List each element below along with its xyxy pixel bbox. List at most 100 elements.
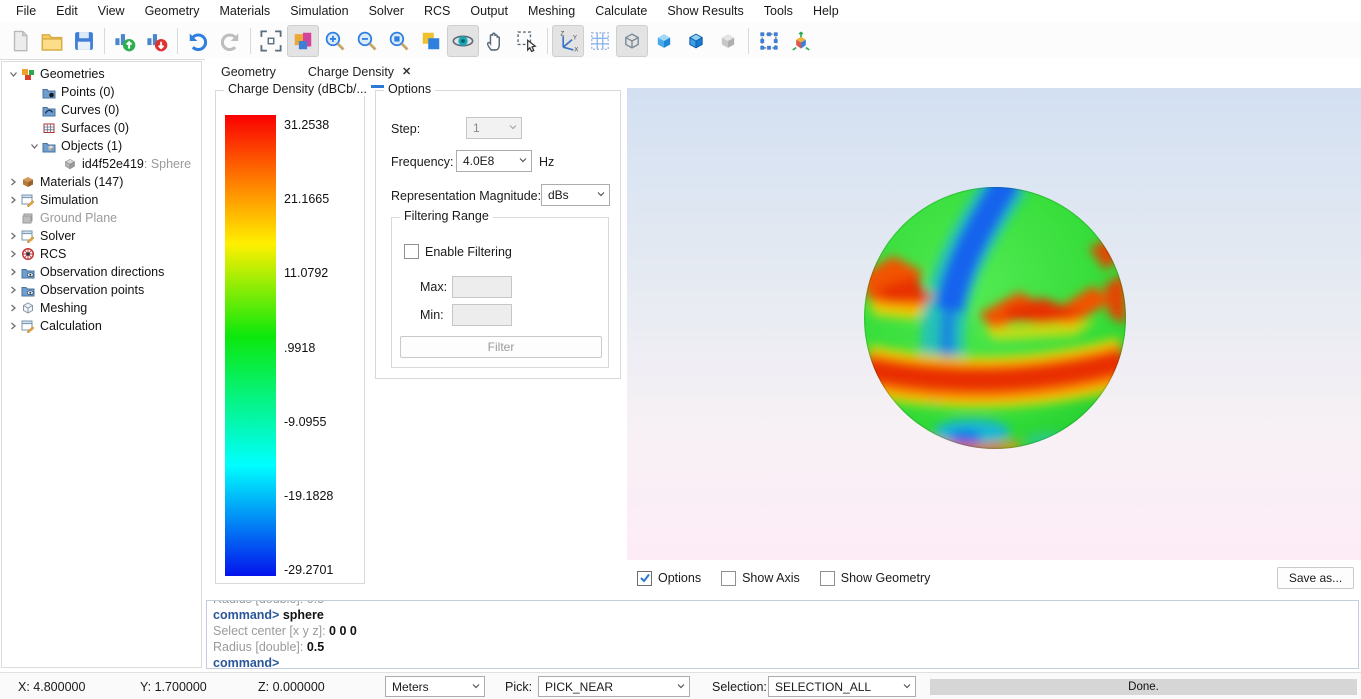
- expander-collapsed-icon[interactable]: [6, 229, 20, 243]
- magnitude-dropdown[interactable]: dBs: [541, 184, 610, 206]
- save-icon[interactable]: [68, 25, 100, 57]
- menu-tools[interactable]: Tools: [754, 0, 803, 22]
- menu-show-results[interactable]: Show Results: [657, 0, 753, 22]
- shaded-edges-cube-icon[interactable]: [680, 25, 712, 57]
- menu-output[interactable]: Output: [460, 0, 518, 22]
- scale-tick: .9918: [284, 341, 315, 355]
- chevron-down-icon: [596, 188, 606, 202]
- frequency-dropdown[interactable]: 4.0E8: [456, 150, 532, 172]
- pick-dropdown[interactable]: PICK_NEAR: [538, 676, 690, 697]
- options-toggle-row: Options: [637, 571, 701, 586]
- menu-rcs[interactable]: RCS: [414, 0, 460, 22]
- menu-help[interactable]: Help: [803, 0, 849, 22]
- expander-expanded-icon[interactable]: [27, 139, 41, 153]
- meshing-icon: [20, 301, 36, 315]
- orientation-cube-icon[interactable]: [785, 25, 817, 57]
- grid-icon[interactable]: [584, 25, 616, 57]
- show-geometry-checkbox[interactable]: [820, 571, 835, 586]
- expander-collapsed-icon[interactable]: [6, 247, 20, 261]
- command-console[interactable]: Radius [double]: 0.5 command> sphere Sel…: [206, 600, 1359, 669]
- tree-item-surfaces[interactable]: Surfaces (0): [2, 119, 201, 137]
- tree-item-points[interactable]: Points (0): [2, 83, 201, 101]
- zoom-out-icon[interactable]: [351, 25, 383, 57]
- expander-collapsed-icon[interactable]: [6, 175, 20, 189]
- surfaces-icon: [41, 121, 57, 135]
- select-icon[interactable]: [511, 25, 543, 57]
- tree-item-curves[interactable]: Curves (0): [2, 101, 201, 119]
- tree-item-geometries[interactable]: Geometries: [2, 65, 201, 83]
- progress-status: Done.: [930, 679, 1357, 695]
- orbit-icon[interactable]: [447, 25, 479, 57]
- options-checkbox-label: Options: [658, 571, 701, 585]
- x-coordinate: X: 4.800000: [18, 680, 85, 694]
- menu-bar: File Edit View Geometry Materials Simula…: [0, 0, 1361, 22]
- save-as-button[interactable]: Save as...: [1277, 567, 1354, 589]
- tree-item-solver[interactable]: Solver: [2, 227, 201, 245]
- menu-simulation[interactable]: Simulation: [280, 0, 358, 22]
- tree-item-simulation[interactable]: Simulation: [2, 191, 201, 209]
- frequency-unit: Hz: [539, 155, 554, 169]
- tree-item-sphere-object[interactable]: id4f52e419 : Sphere: [2, 155, 201, 173]
- tree-item-observation-directions[interactable]: Observation directions: [2, 263, 201, 281]
- flat-cube-icon[interactable]: [712, 25, 744, 57]
- expander-collapsed-icon[interactable]: [6, 319, 20, 333]
- enable-filtering-checkbox[interactable]: [404, 244, 419, 259]
- redo-icon[interactable]: [214, 25, 246, 57]
- selection-handles-icon[interactable]: [753, 25, 785, 57]
- render-viewport[interactable]: [627, 88, 1361, 560]
- units-dropdown[interactable]: Meters: [385, 676, 485, 697]
- tree-item-materials[interactable]: Materials (147): [2, 173, 201, 191]
- y-coordinate: Y: 1.700000: [140, 680, 207, 694]
- menu-materials[interactable]: Materials: [209, 0, 280, 22]
- calculation-icon: [20, 319, 36, 333]
- close-tab-icon[interactable]: ✕: [402, 67, 411, 78]
- export-icon[interactable]: [141, 25, 173, 57]
- axes-icon[interactable]: ZYX: [552, 25, 584, 57]
- menu-solver[interactable]: Solver: [359, 0, 414, 22]
- tree-item-rcs[interactable]: RCS: [2, 245, 201, 263]
- points-folder-icon: [41, 85, 57, 99]
- tree-item-ground-plane[interactable]: Ground Plane: [2, 209, 201, 227]
- expander-expanded-icon[interactable]: [6, 67, 20, 81]
- options-checkbox[interactable]: [637, 571, 652, 586]
- geometries-icon: [20, 67, 36, 81]
- zoom-window-icon[interactable]: [383, 25, 415, 57]
- viewport-controls: Options Show Axis Show Geometry: [637, 566, 930, 590]
- toolbar: ZYX: [0, 22, 1361, 60]
- selection-dropdown[interactable]: SELECTION_ALL: [768, 676, 916, 697]
- zoom-in-icon[interactable]: [319, 25, 351, 57]
- chevron-down-icon: [518, 154, 528, 168]
- toolbar-divider: [748, 28, 749, 54]
- menu-calculate[interactable]: Calculate: [585, 0, 657, 22]
- expander-collapsed-icon[interactable]: [6, 301, 20, 315]
- min-label: Min:: [420, 308, 444, 322]
- expander-collapsed-icon[interactable]: [6, 193, 20, 207]
- open-folder-icon[interactable]: [36, 25, 68, 57]
- menu-file[interactable]: File: [6, 0, 46, 22]
- menu-edit[interactable]: Edit: [46, 0, 88, 22]
- tree-item-observation-points[interactable]: Observation points: [2, 281, 201, 299]
- sphere-type-suffix: : Sphere: [144, 157, 191, 171]
- new-document-icon[interactable]: [4, 25, 36, 57]
- expander-collapsed-icon[interactable]: [6, 265, 20, 279]
- pan-icon[interactable]: [479, 25, 511, 57]
- observation-points-icon: [20, 283, 36, 297]
- import-icon[interactable]: [109, 25, 141, 57]
- colored-cubes-icon[interactable]: [287, 25, 319, 57]
- menu-geometry[interactable]: Geometry: [135, 0, 210, 22]
- fit-view-icon[interactable]: [255, 25, 287, 57]
- tree-item-calculation[interactable]: Calculation: [2, 317, 201, 335]
- undo-icon[interactable]: [182, 25, 214, 57]
- overlap-squares-icon[interactable]: [415, 25, 447, 57]
- expander-collapsed-icon[interactable]: [6, 283, 20, 297]
- show-axis-checkbox[interactable]: [721, 571, 736, 586]
- wireframe-cube-icon[interactable]: [616, 25, 648, 57]
- z-coordinate: Z: 0.000000: [258, 680, 325, 694]
- tree-item-meshing[interactable]: Meshing: [2, 299, 201, 317]
- chevron-down-icon: [508, 121, 518, 135]
- shaded-cube-icon[interactable]: [648, 25, 680, 57]
- console-prompt-line[interactable]: command>: [213, 655, 1352, 669]
- tree-item-objects[interactable]: Objects (1): [2, 137, 201, 155]
- menu-meshing[interactable]: Meshing: [518, 0, 585, 22]
- menu-view[interactable]: View: [88, 0, 135, 22]
